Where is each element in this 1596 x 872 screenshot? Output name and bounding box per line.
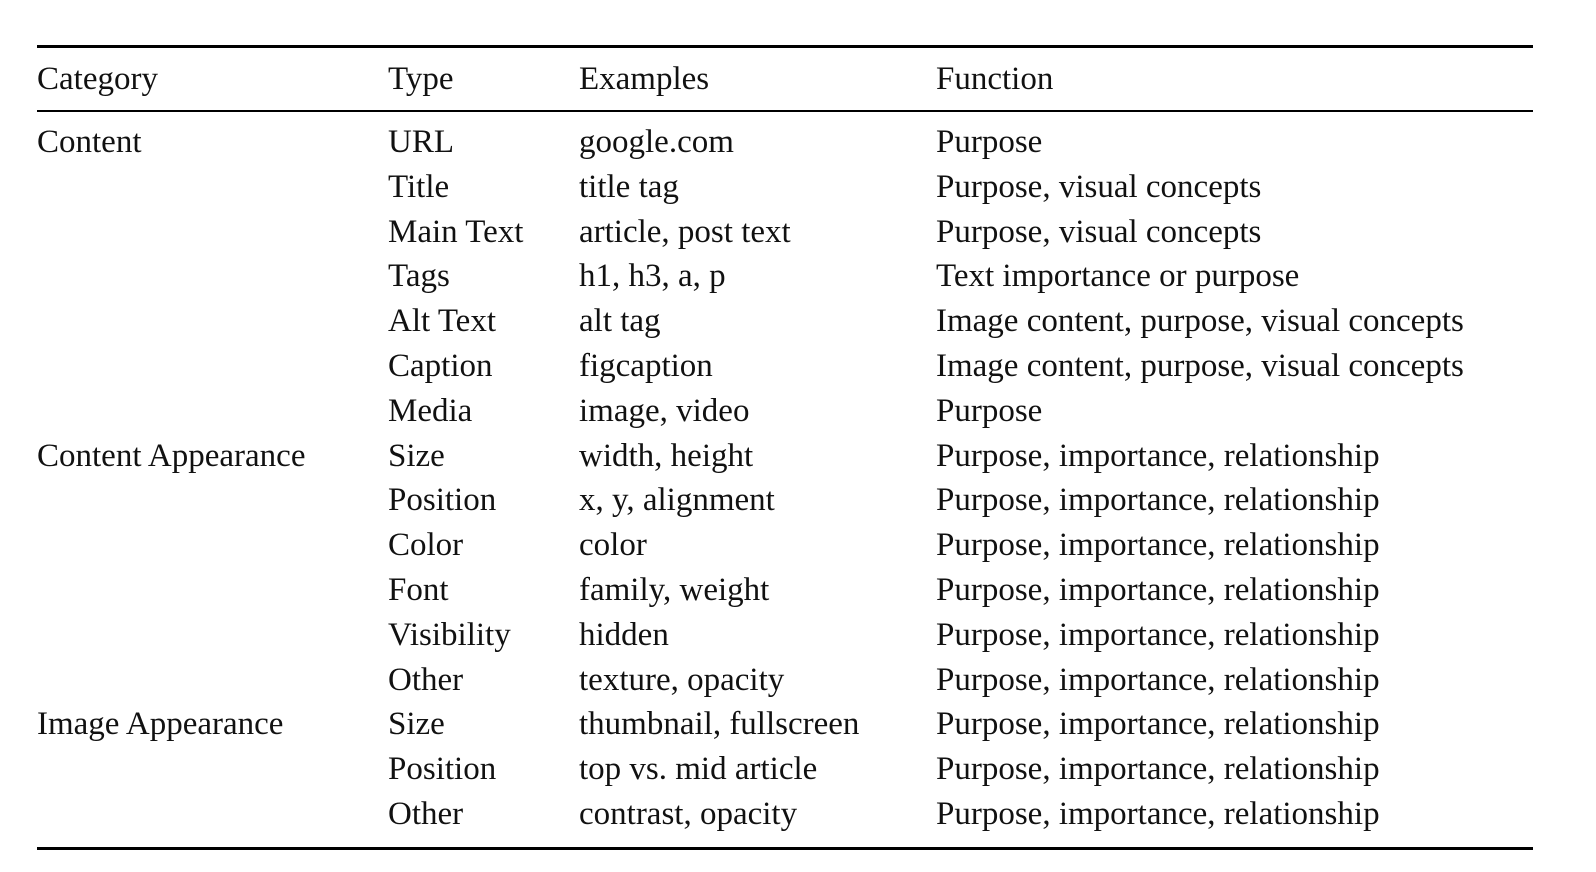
cell-type: Font — [388, 571, 449, 608]
cell-category — [37, 792, 388, 848]
table-row: Content URL google.com Purpose — [37, 111, 1533, 165]
table-body: Content URL google.com Purpose Title title ta… — [37, 111, 1533, 849]
cell-category: Content — [37, 124, 142, 160]
cell-examples: alt tag — [579, 303, 661, 340]
cell-type: Position — [388, 482, 497, 519]
table-row: Color color Purpose, importance, relations… — [37, 523, 1533, 568]
cell-function: Purpose — [936, 392, 1043, 429]
cell-type: Color — [388, 527, 464, 564]
cell-examples: article, post text — [579, 213, 791, 250]
cell-category — [37, 210, 388, 255]
cell-function: Purpose, importance, relationship — [936, 751, 1380, 788]
header-examples: Examples — [579, 60, 710, 97]
cell-type: Other — [388, 661, 464, 698]
table-row: Visibility hidden Purpose, importance, rel… — [37, 613, 1533, 658]
cell-examples: texture, opacity — [579, 661, 785, 698]
cell-category — [37, 478, 388, 523]
table-row: Media image, video Purpose — [37, 389, 1533, 434]
cell-examples: color — [579, 527, 647, 564]
cell-examples: hidden — [579, 616, 669, 653]
cell-category — [37, 658, 388, 703]
table-header: Category Type Examples Function — [37, 46, 1533, 111]
cell-category — [37, 254, 388, 299]
cell-function: Purpose, importance, relationship — [936, 571, 1380, 608]
header-category: Category — [37, 60, 158, 97]
cell-type: Other — [388, 795, 464, 832]
cell-type: Tags — [388, 258, 450, 295]
cell-examples: contrast, opacity — [579, 795, 798, 832]
cell-type: Position — [388, 751, 497, 788]
cell-function: Purpose, importance, relationship — [936, 527, 1380, 564]
cell-type: Caption — [388, 347, 493, 384]
table-row: Main Text article, post text Purpose, visu… — [37, 210, 1533, 255]
cell-examples: google.com — [579, 124, 734, 160]
cell-examples: h1, h3, a, p — [579, 258, 726, 295]
cell-examples: title tag — [579, 168, 679, 205]
cell-function: Purpose, importance, relationship — [936, 482, 1380, 519]
cell-category — [37, 613, 388, 658]
table-row: Content Appearance Size width, height Purpo… — [37, 434, 1533, 479]
cell-function: Purpose, importance, relationship — [936, 437, 1380, 474]
table-row: Alt Text alt tag Image content, purpose, v… — [37, 299, 1533, 344]
cell-examples: top vs. mid article — [579, 751, 818, 788]
cell-category: Content Appearance — [37, 437, 306, 474]
cell-category — [37, 165, 388, 210]
header-function: Function — [936, 60, 1054, 97]
cell-examples: figcaption — [579, 347, 713, 384]
header-type: Type — [388, 60, 454, 97]
feature-table-grid: Category Type Examples Function Content U… — [37, 45, 1533, 850]
cell-category — [37, 344, 388, 389]
cell-type: Visibility — [388, 616, 511, 653]
cell-type: URL — [388, 124, 454, 160]
cell-function: Text importance or purpose — [936, 258, 1300, 295]
table-row: Other contrast, opacity Purpose, importanc… — [37, 792, 1533, 848]
cell-category — [37, 747, 388, 792]
cell-type: Title — [388, 168, 450, 205]
header-row: Category Type Examples Function — [37, 46, 1533, 111]
feature-table: Category Type Examples Function Content U… — [37, 45, 1533, 850]
cell-function: Purpose, importance, relationship — [936, 795, 1380, 832]
cell-type: Size — [388, 706, 445, 743]
cell-function: Purpose, visual concepts — [936, 168, 1262, 205]
table-row: Font family, weight Purpose, importance, r… — [37, 568, 1533, 613]
cell-category — [37, 299, 388, 344]
cell-type: Media — [388, 392, 473, 429]
table-row: Position x, y, alignment Purpose, importan… — [37, 478, 1533, 523]
cell-type: Size — [388, 437, 445, 474]
cell-function: Purpose, importance, relationship — [936, 706, 1380, 743]
cell-type: Main Text — [388, 213, 524, 250]
cell-examples: image, video — [579, 392, 750, 429]
cell-category — [37, 523, 388, 568]
cell-type: Alt Text — [388, 303, 496, 340]
cell-function: Image content, purpose, visual concepts — [936, 303, 1464, 340]
table-row: Tags h1, h3, a, p Text importance or purpo… — [37, 254, 1533, 299]
cell-function: Image content, purpose, visual concepts — [936, 347, 1464, 384]
table-row: Image Appearance Size thumbnail, fullscree… — [37, 702, 1533, 747]
cell-category — [37, 568, 388, 613]
cell-examples: width, height — [579, 437, 754, 474]
table-row: Position top vs. mid article Purpose, impo… — [37, 747, 1533, 792]
table-row: Title title tag Purpose, visual concepts — [37, 165, 1533, 210]
cell-category — [37, 389, 388, 434]
cell-function: Purpose, visual concepts — [936, 213, 1262, 250]
cell-function: Purpose — [936, 124, 1043, 160]
cell-function: Purpose, importance, relationship — [936, 661, 1380, 698]
cell-category: Image Appearance — [37, 706, 284, 743]
cell-examples: family, weight — [579, 571, 770, 608]
cell-examples: x, y, alignment — [579, 482, 775, 519]
cell-examples: thumbnail, fullscreen — [579, 706, 860, 743]
table-row: Caption figcaption Image content, purpose,… — [37, 344, 1533, 389]
table-row: Other texture, opacity Purpose, importance… — [37, 658, 1533, 703]
cell-function: Purpose, importance, relationship — [936, 616, 1380, 653]
